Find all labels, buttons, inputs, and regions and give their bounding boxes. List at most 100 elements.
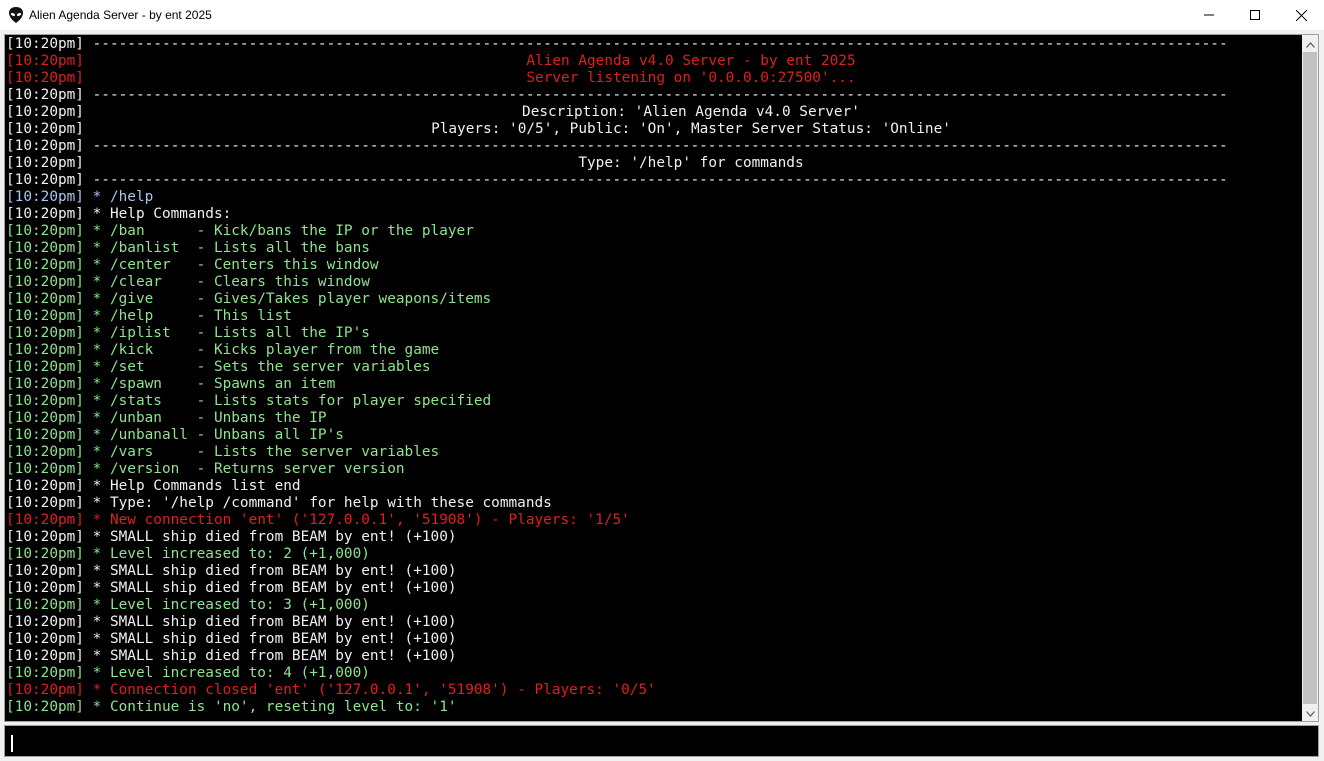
console-timestamp: [10:20pm] [6,665,84,681]
console-message: * /banlist - Lists all the bans [83,240,370,256]
console-timestamp: [10:20pm] [6,427,84,443]
window-title: Alien Agenda Server - by ent 2025 [29,8,212,22]
scroll-down-button[interactable] [1302,704,1318,721]
console-line: [10:20pm] Type: '/help' for commands [6,155,1298,172]
console-timestamp: [10:20pm] [6,376,84,392]
console-message: Players: '0/5', Public: 'On', Master Ser… [431,121,951,137]
console-message: Server listening on '0.0.0.0:27500'... [526,70,856,86]
console-timestamp: [10:20pm] [6,291,84,307]
console-message: * Level increased to: 4 (+1,000) [83,665,370,681]
console-line: [10:20pm] * SMALL ship died from BEAM by… [6,529,1298,546]
console-message: * SMALL ship died from BEAM by ent! (+10… [83,580,457,596]
console-line: [10:20pm] Players: '0/5', Public: 'On', M… [6,121,1298,138]
console-message: * /center - Centers this window [83,257,379,273]
console-message: * /help - This list [83,308,292,324]
console-message: Type: '/help' for commands [578,155,804,171]
console-line: [10:20pm] * /help - This list [6,308,1298,325]
command-input-box[interactable] [4,725,1319,757]
console-timestamp: [10:20pm] [6,512,84,528]
console-timestamp: [10:20pm] [6,172,84,188]
console-line: [10:20pm] ------------------------------… [6,36,1298,53]
console-timestamp: [10:20pm] [6,563,84,579]
console-output[interactable]: [10:20pm] ------------------------------… [6,36,1298,720]
console-message: * /iplist - Lists all the IP's [83,325,370,341]
console-line: [10:20pm] * /unbanall - Unbans all IP's [6,427,1298,444]
console-message: * Level increased to: 2 (+1,000) [83,546,370,562]
console-line: [10:20pm] Description: 'Alien Agenda v4.0… [6,104,1298,121]
chevron-up-icon [1305,35,1315,53]
close-button[interactable] [1278,0,1324,30]
console-message: * Type: '/help /command' for help with t… [83,495,552,511]
console-message: * Connection closed 'ent' ('127.0.0.1', … [83,682,656,698]
console-message: * New connection 'ent' ('127.0.0.1', '51… [83,512,630,528]
console-message: * SMALL ship died from BEAM by ent! (+10… [83,631,457,647]
console-timestamp: [10:20pm] [6,257,84,273]
console-message: * /kick - Kicks player from the game [83,342,440,358]
scroll-up-button[interactable] [1302,35,1318,52]
console-timestamp: [10:20pm] [6,495,84,511]
console-message: * /spawn - Spawns an item [83,376,336,392]
console-line: [10:20pm] * /banlist - Lists all the ban… [6,240,1298,257]
console-line: [10:20pm] * /help [6,189,1298,206]
minimize-icon [1204,10,1214,20]
console-timestamp: [10:20pm] [6,580,84,596]
console-message: Description: 'Alien Agenda v4.0 Server' [522,104,860,120]
console-line: [10:20pm] * New connection 'ent' ('127.0… [6,512,1298,529]
console-timestamp: [10:20pm] [6,699,84,715]
console-line: [10:20pm] * SMALL ship died from BEAM by… [6,648,1298,665]
console-line: [10:20pm] * Help Commands list end [6,478,1298,495]
maximize-button[interactable] [1232,0,1278,30]
console-timestamp: [10:20pm] [6,189,84,205]
console-line: [10:20pm] * SMALL ship died from BEAM by… [6,614,1298,631]
console-message: * /clear - Clears this window [83,274,370,290]
console-line: [10:20pm] * SMALL ship died from BEAM by… [6,580,1298,597]
console-message: * /unban - Unbans the IP [83,410,327,426]
console-timestamp: [10:20pm] [6,87,84,103]
console-message: * /give - Gives/Takes player weapons/ite… [83,291,492,307]
console-line: [10:20pm] * /version - Returns server ve… [6,461,1298,478]
console-scrollbar[interactable] [1302,35,1318,721]
console-timestamp: [10:20pm] [6,70,84,86]
console-timestamp: [10:20pm] [6,36,84,52]
console-timestamp: [10:20pm] [6,104,84,120]
console-line: [10:20pm] ------------------------------… [6,87,1298,104]
console-line: [10:20pm] ------------------------------… [6,138,1298,155]
console-timestamp: [10:20pm] [6,240,84,256]
console-timestamp: [10:20pm] [6,478,84,494]
console-timestamp: [10:20pm] [6,223,84,239]
console-timestamp: [10:20pm] [6,121,84,137]
console-line: [10:20pm] * Continue is 'no', reseting l… [6,699,1298,716]
console-line: [10:20pm] * /give - Gives/Takes player w… [6,291,1298,308]
title-bar[interactable]: Alien Agenda Server - by ent 2025 [0,0,1324,30]
console-separator: ----------------------------------------… [83,172,1228,188]
console-line: [10:20pm] * /iplist - Lists all the IP's [6,325,1298,342]
console-line: [10:20pm] * /spawn - Spawns an item [6,376,1298,393]
maximize-icon [1250,10,1260,20]
console-message: * Continue is 'no', reseting level to: '… [83,699,457,715]
console-separator: ----------------------------------------… [83,138,1228,154]
console-line: [10:20pm] * /ban - Kick/bans the IP or t… [6,223,1298,240]
console-line: [10:20pm] Alien Agenda v4.0 Server - by e… [6,53,1298,70]
console-timestamp: [10:20pm] [6,410,84,426]
command-input[interactable] [5,726,1318,756]
console-line: [10:20pm] * Level increased to: 2 (+1,00… [6,546,1298,563]
text-caret [11,735,13,752]
console-line: [10:20pm] * /clear - Clears this window [6,274,1298,291]
console-timestamp: [10:20pm] [6,597,84,613]
console-line: [10:20pm] * /vars - Lists the server var… [6,444,1298,461]
console-timestamp: [10:20pm] [6,138,84,154]
console-message: * /ban - Kick/bans the IP or the player [83,223,474,239]
minimize-button[interactable] [1186,0,1232,30]
scrollbar-thumb[interactable] [1303,52,1317,704]
console-line: [10:20pm] * /set - Sets the server varia… [6,359,1298,376]
console-timestamp: [10:20pm] [6,682,84,698]
console-timestamp: [10:20pm] [6,359,84,375]
console-message: * Help Commands: [83,206,232,222]
console-message: * /help [83,189,154,205]
console-timestamp: [10:20pm] [6,648,84,664]
console-line: [10:20pm] * /center - Centers this windo… [6,257,1298,274]
console-line: [10:20pm] * /unban - Unbans the IP [6,410,1298,427]
console-timestamp: [10:20pm] [6,546,84,562]
console-line: [10:20pm] * Connection closed 'ent' ('12… [6,682,1298,699]
console-line: [10:20pm] * Level increased to: 3 (+1,00… [6,597,1298,614]
